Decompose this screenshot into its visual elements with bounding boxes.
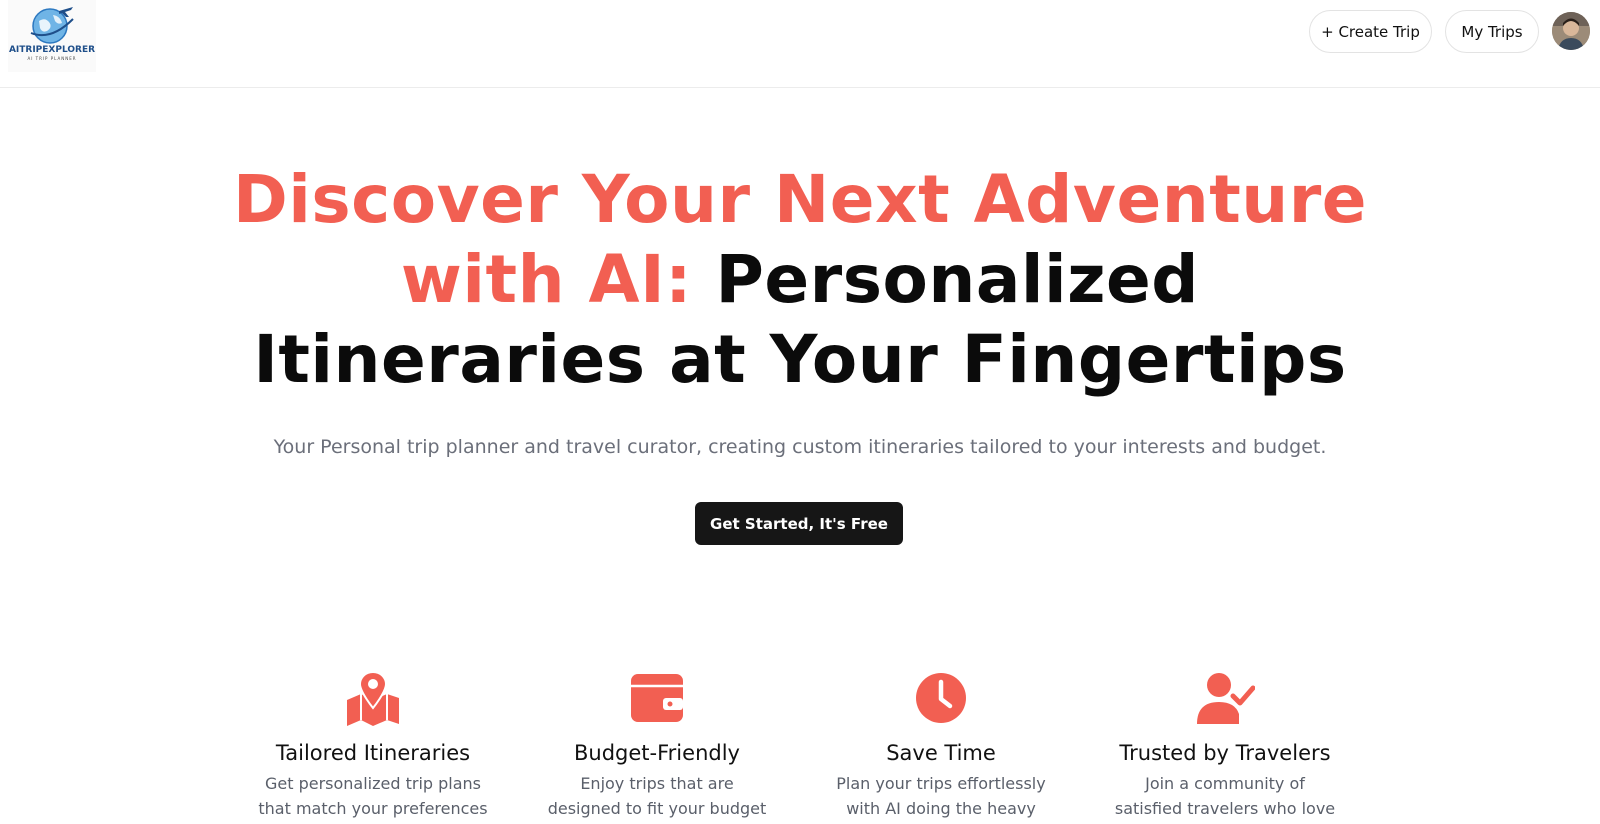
- feature-description: Get personalized trip plans that match y…: [258, 774, 488, 818]
- map-pin-icon: [347, 670, 399, 726]
- logo-tagline: AI TRIP PLANNER: [27, 56, 77, 61]
- feature-card-budget: Budget-Friendly Enjoy trips that are des…: [527, 670, 787, 824]
- wallet-icon: [631, 674, 683, 722]
- hero-subtitle: Your Personal trip planner and travel cu…: [273, 436, 1327, 458]
- feature-description: Enjoy trips that are designed to fit you…: [547, 774, 767, 818]
- hero-headline: Discover Your Next Adventure with AI: Pe…: [200, 160, 1400, 400]
- my-trips-button[interactable]: My Trips: [1445, 10, 1539, 53]
- feature-card-save-time: Save Time Plan your trips effortlessly w…: [811, 670, 1071, 821]
- brand-logo[interactable]: AITRIPEXPLORER AI TRIP PLANNER: [8, 0, 96, 72]
- feature-description: Join a community of satisfied travelers …: [1114, 774, 1336, 818]
- feature-title: Tailored Itineraries: [275, 741, 471, 765]
- feature-card-trusted: Trusted by Travelers Join a community of…: [1095, 670, 1355, 821]
- user-check-icon: [1197, 673, 1256, 724]
- feature-description: Plan your trips effortlessly with AI doi…: [836, 774, 1046, 818]
- top-nav-bar: AITRIPEXPLORER AI TRIP PLANNER + Create …: [0, 0, 1600, 88]
- logo-wordmark: AITRIPEXPLORER: [8, 45, 96, 55]
- user-avatar[interactable]: [1552, 12, 1590, 50]
- feature-title: Trusted by Travelers: [1119, 741, 1331, 765]
- create-trip-button[interactable]: + Create Trip: [1309, 10, 1432, 53]
- feature-title: Budget-Friendly: [574, 741, 740, 765]
- globe-plane-icon: [30, 7, 74, 44]
- clock-icon: [916, 673, 966, 723]
- avatar-photo-icon: [1552, 12, 1590, 50]
- feature-card-tailored: Tailored Itineraries Get personalized tr…: [243, 670, 503, 821]
- get-started-button[interactable]: Get Started, It's Free: [695, 502, 903, 545]
- feature-title: Save Time: [886, 741, 996, 765]
